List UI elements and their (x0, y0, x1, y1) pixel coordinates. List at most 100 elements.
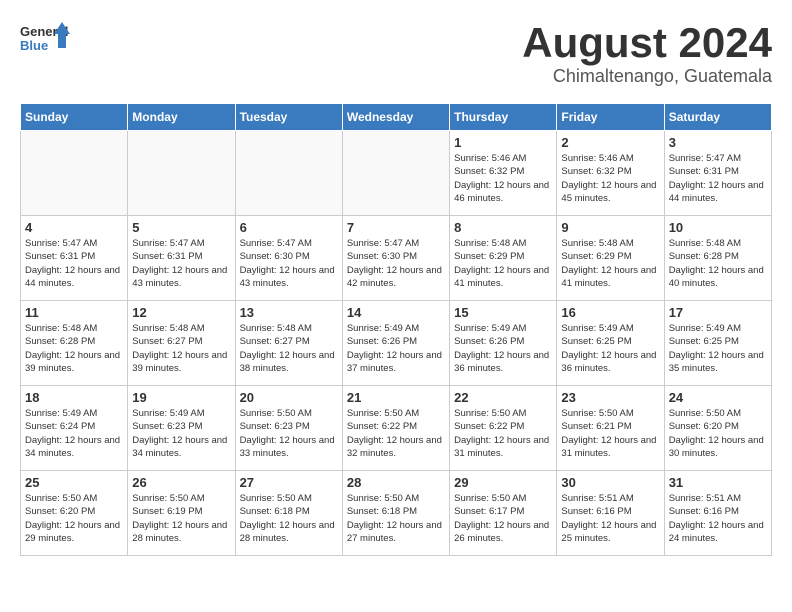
cell-info: Sunrise: 5:50 AM Sunset: 6:18 PM Dayligh… (347, 492, 445, 545)
day-number: 20 (240, 390, 338, 405)
calendar-cell: 4 Sunrise: 5:47 AM Sunset: 6:31 PM Daylig… (21, 216, 128, 301)
calendar-week-row: 4 Sunrise: 5:47 AM Sunset: 6:31 PM Daylig… (21, 216, 772, 301)
calendar-cell: 15 Sunrise: 5:49 AM Sunset: 6:26 PM Dayli… (450, 301, 557, 386)
day-number: 19 (132, 390, 230, 405)
cell-info: Sunrise: 5:47 AM Sunset: 6:30 PM Dayligh… (347, 237, 445, 290)
calendar-cell: 1 Sunrise: 5:46 AM Sunset: 6:32 PM Daylig… (450, 131, 557, 216)
calendar-cell: 13Sunrise: 5:48 AM Sunset: 6:27 PM Dayli… (235, 301, 342, 386)
day-number: 11 (25, 305, 123, 320)
day-number: 15 (454, 305, 552, 320)
page-header: General Blue August 2024 Chimaltenango, … (20, 20, 772, 87)
cell-info: Sunrise: 5:46 AM Sunset: 6:32 PM Dayligh… (454, 152, 552, 205)
logo-icon: General Blue (20, 20, 70, 62)
calendar-cell: 11Sunrise: 5:48 AM Sunset: 6:28 PM Dayli… (21, 301, 128, 386)
cell-info: Sunrise: 5:48 AM Sunset: 6:28 PM Dayligh… (669, 237, 767, 290)
cell-info: Sunrise: 5:47 AM Sunset: 6:31 PM Dayligh… (25, 237, 123, 290)
day-number: 14 (347, 305, 445, 320)
cell-info: Sunrise: 5:48 AM Sunset: 6:29 PM Dayligh… (454, 237, 552, 290)
day-number: 3 (669, 135, 767, 150)
calendar-cell: 27 Sunrise: 5:50 AM Sunset: 6:18 PM Dayli… (235, 471, 342, 556)
day-number: 31 (669, 475, 767, 490)
cell-info: Sunrise: 5:50 AM Sunset: 6:17 PM Dayligh… (454, 492, 552, 545)
calendar-cell (128, 131, 235, 216)
calendar-week-row: 25Sunrise: 5:50 AM Sunset: 6:20 PM Dayli… (21, 471, 772, 556)
calendar-cell: 12Sunrise: 5:48 AM Sunset: 6:27 PM Dayli… (128, 301, 235, 386)
day-number: 21 (347, 390, 445, 405)
calendar-cell (342, 131, 449, 216)
cell-info: Sunrise: 5:47 AM Sunset: 6:31 PM Dayligh… (669, 152, 767, 205)
cell-info: Sunrise: 5:49 AM Sunset: 6:25 PM Dayligh… (561, 322, 659, 375)
day-number: 22 (454, 390, 552, 405)
cell-info: Sunrise: 5:49 AM Sunset: 6:26 PM Dayligh… (347, 322, 445, 375)
day-number: 27 (240, 475, 338, 490)
calendar-cell: 26 Sunrise: 5:50 AM Sunset: 6:19 PM Dayli… (128, 471, 235, 556)
day-number: 28 (347, 475, 445, 490)
calendar-cell: 21Sunrise: 5:50 AM Sunset: 6:22 PM Dayli… (342, 386, 449, 471)
calendar-cell: 16 Sunrise: 5:49 AM Sunset: 6:25 PM Dayli… (557, 301, 664, 386)
month-year-title: August 2024 (522, 20, 772, 66)
calendar-cell: 8 Sunrise: 5:48 AM Sunset: 6:29 PM Daylig… (450, 216, 557, 301)
calendar-cell: 6 Sunrise: 5:47 AM Sunset: 6:30 PM Daylig… (235, 216, 342, 301)
day-number: 16 (561, 305, 659, 320)
day-number: 29 (454, 475, 552, 490)
day-number: 17 (669, 305, 767, 320)
day-number: 5 (132, 220, 230, 235)
calendar-table: SundayMondayTuesdayWednesdayThursdayFrid… (20, 103, 772, 556)
day-number: 26 (132, 475, 230, 490)
cell-info: Sunrise: 5:49 AM Sunset: 6:24 PM Dayligh… (25, 407, 123, 460)
weekday-header: Wednesday (342, 104, 449, 131)
calendar-cell: 2 Sunrise: 5:46 AM Sunset: 6:32 PM Daylig… (557, 131, 664, 216)
day-number: 23 (561, 390, 659, 405)
location-subtitle: Chimaltenango, Guatemala (522, 66, 772, 87)
cell-info: Sunrise: 5:50 AM Sunset: 6:22 PM Dayligh… (454, 407, 552, 460)
calendar-week-row: 1 Sunrise: 5:46 AM Sunset: 6:32 PM Daylig… (21, 131, 772, 216)
day-number: 18 (25, 390, 123, 405)
calendar-cell: 24Sunrise: 5:50 AM Sunset: 6:20 PM Dayli… (664, 386, 771, 471)
calendar-week-row: 18 Sunrise: 5:49 AM Sunset: 6:24 PM Dayli… (21, 386, 772, 471)
cell-info: Sunrise: 5:48 AM Sunset: 6:27 PM Dayligh… (132, 322, 230, 375)
day-number: 10 (669, 220, 767, 235)
calendar-cell: 30Sunrise: 5:51 AM Sunset: 6:16 PM Dayli… (557, 471, 664, 556)
cell-info: Sunrise: 5:49 AM Sunset: 6:25 PM Dayligh… (669, 322, 767, 375)
calendar-cell: 31 Sunrise: 5:51 AM Sunset: 6:16 PM Dayli… (664, 471, 771, 556)
cell-info: Sunrise: 5:50 AM Sunset: 6:20 PM Dayligh… (25, 492, 123, 545)
calendar-cell: 5Sunrise: 5:47 AM Sunset: 6:31 PM Daylig… (128, 216, 235, 301)
calendar-cell: 20 Sunrise: 5:50 AM Sunset: 6:23 PM Dayli… (235, 386, 342, 471)
day-number: 6 (240, 220, 338, 235)
cell-info: Sunrise: 5:50 AM Sunset: 6:21 PM Dayligh… (561, 407, 659, 460)
weekday-header-row: SundayMondayTuesdayWednesdayThursdayFrid… (21, 104, 772, 131)
cell-info: Sunrise: 5:47 AM Sunset: 6:30 PM Dayligh… (240, 237, 338, 290)
calendar-cell: 18 Sunrise: 5:49 AM Sunset: 6:24 PM Dayli… (21, 386, 128, 471)
calendar-cell: 10 Sunrise: 5:48 AM Sunset: 6:28 PM Dayli… (664, 216, 771, 301)
calendar-cell: 19 Sunrise: 5:49 AM Sunset: 6:23 PM Dayli… (128, 386, 235, 471)
cell-info: Sunrise: 5:50 AM Sunset: 6:18 PM Dayligh… (240, 492, 338, 545)
weekday-header: Friday (557, 104, 664, 131)
day-number: 13 (240, 305, 338, 320)
calendar-cell: 3 Sunrise: 5:47 AM Sunset: 6:31 PM Daylig… (664, 131, 771, 216)
cell-info: Sunrise: 5:46 AM Sunset: 6:32 PM Dayligh… (561, 152, 659, 205)
day-number: 24 (669, 390, 767, 405)
calendar-cell: 7Sunrise: 5:47 AM Sunset: 6:30 PM Daylig… (342, 216, 449, 301)
day-number: 2 (561, 135, 659, 150)
cell-info: Sunrise: 5:50 AM Sunset: 6:19 PM Dayligh… (132, 492, 230, 545)
day-number: 9 (561, 220, 659, 235)
calendar-cell: 28 Sunrise: 5:50 AM Sunset: 6:18 PM Dayli… (342, 471, 449, 556)
day-number: 8 (454, 220, 552, 235)
weekday-header: Saturday (664, 104, 771, 131)
cell-info: Sunrise: 5:51 AM Sunset: 6:16 PM Dayligh… (561, 492, 659, 545)
day-number: 4 (25, 220, 123, 235)
calendar-week-row: 11Sunrise: 5:48 AM Sunset: 6:28 PM Dayli… (21, 301, 772, 386)
calendar-cell: 22 Sunrise: 5:50 AM Sunset: 6:22 PM Dayli… (450, 386, 557, 471)
calendar-cell: 17 Sunrise: 5:49 AM Sunset: 6:25 PM Dayli… (664, 301, 771, 386)
weekday-header: Monday (128, 104, 235, 131)
title-area: August 2024 Chimaltenango, Guatemala (522, 20, 772, 87)
cell-info: Sunrise: 5:49 AM Sunset: 6:23 PM Dayligh… (132, 407, 230, 460)
cell-info: Sunrise: 5:48 AM Sunset: 6:29 PM Dayligh… (561, 237, 659, 290)
calendar-cell: 25Sunrise: 5:50 AM Sunset: 6:20 PM Dayli… (21, 471, 128, 556)
day-number: 1 (454, 135, 552, 150)
logo: General Blue (20, 20, 70, 62)
calendar-cell (21, 131, 128, 216)
cell-info: Sunrise: 5:49 AM Sunset: 6:26 PM Dayligh… (454, 322, 552, 375)
cell-info: Sunrise: 5:50 AM Sunset: 6:23 PM Dayligh… (240, 407, 338, 460)
cell-info: Sunrise: 5:51 AM Sunset: 6:16 PM Dayligh… (669, 492, 767, 545)
